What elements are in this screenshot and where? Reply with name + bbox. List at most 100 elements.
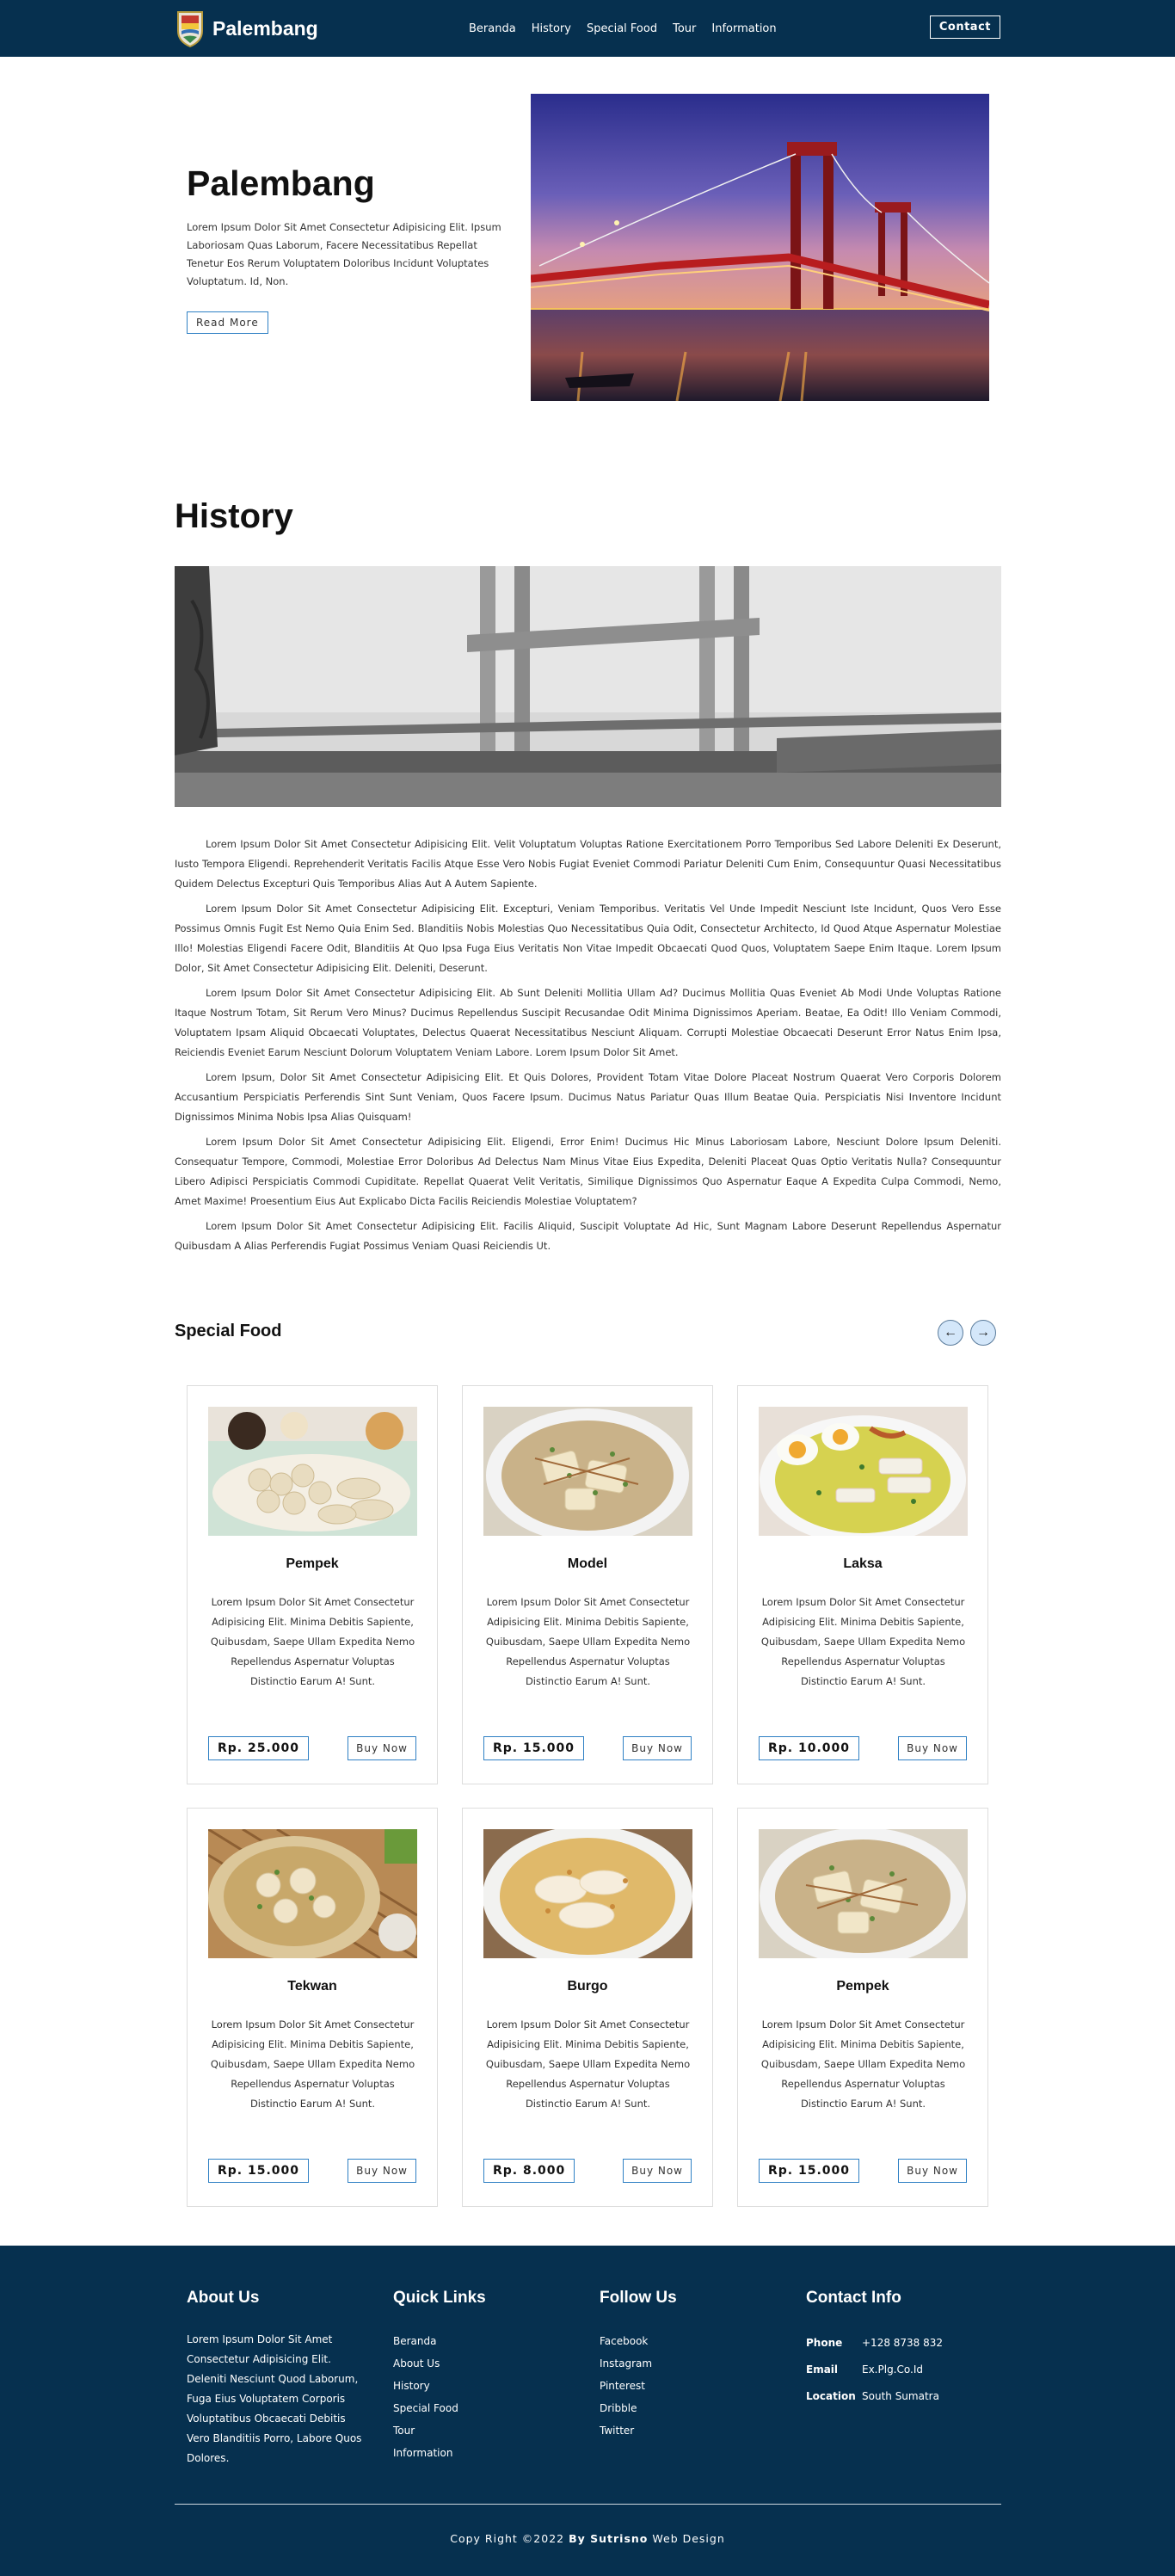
history-paragraph: Lorem Ipsum Dolor Sit Amet Consectetur A… [175, 903, 1001, 974]
nav-link-beranda[interactable]: Beranda [469, 22, 516, 35]
food-name: Pempek [286, 1556, 339, 1571]
laksa-image [759, 1407, 968, 1536]
buy-now-button[interactable]: Buy Now [348, 2159, 416, 2183]
footer: About Us Lorem Ipsum Dolor Sit Amet Cons… [0, 2246, 1175, 2576]
contact-value: +128 8738 832 [862, 2337, 944, 2349]
food-price: Rp. 25.000 [208, 1736, 310, 1760]
footer-link-history[interactable]: History [393, 2375, 486, 2397]
buy-now-button[interactable]: Buy Now [623, 2159, 692, 2183]
contact-label: Location [806, 2390, 856, 2402]
special-food-title: Special Food [175, 1322, 282, 1340]
footer-link-information[interactable]: Information [393, 2442, 486, 2464]
footer-quick-links: Quick Links Beranda About Us History Spe… [393, 2289, 486, 2464]
footer-divider [175, 2504, 1001, 2505]
main-nav: Beranda History Special Food Tour Inform… [469, 0, 777, 57]
footer-contact: Contact Info Phone +128 8738 832 Email E… [806, 2289, 943, 2410]
footer-link-instagram[interactable]: Instagram [600, 2352, 677, 2375]
footer-link-facebook[interactable]: Facebook [600, 2330, 677, 2352]
buy-now-button[interactable]: Buy Now [898, 2159, 967, 2183]
food-price: Rp. 8.000 [483, 2159, 575, 2183]
contact-location: Location South Sumatra [806, 2383, 943, 2410]
arrow-left-icon: ← [944, 1325, 957, 1340]
food-name: Burgo [567, 1979, 608, 1994]
ampera-bridge-night-image [531, 94, 989, 401]
copyright-text: Copy Right ©2022 [450, 2532, 565, 2545]
history-paragraph: Lorem Ipsum Dolor Sit Amet Consectetur A… [175, 838, 1001, 890]
footer-follow-title: Follow Us [600, 2289, 677, 2307]
copyright-author: By Sutrisno [569, 2532, 649, 2545]
food-name: Laksa [843, 1556, 883, 1571]
footer-about-text: Lorem Ipsum Dolor Sit Amet Consectetur A… [187, 2333, 362, 2464]
footer-link-dribble[interactable]: Dribble [600, 2397, 677, 2419]
food-price: Rp. 15.000 [759, 2159, 860, 2183]
footer-about-title: About Us [187, 2289, 260, 2307]
city-emblem-icon [175, 9, 206, 48]
footer-link-beranda[interactable]: Beranda [393, 2330, 486, 2352]
food-description: Lorem Ipsum Dolor Sit Amet Consectetur A… [760, 2018, 966, 2110]
hero-section: Palembang Lorem Ipsum Dolor Sit Amet Con… [0, 57, 1175, 487]
buy-now-button[interactable]: Buy Now [898, 1736, 967, 1760]
food-description: Lorem Ipsum Dolor Sit Amet Consectetur A… [210, 2018, 415, 2110]
footer-link-tour[interactable]: Tour [393, 2419, 486, 2442]
footer-link-about-us[interactable]: About Us [393, 2352, 486, 2375]
arrow-right-icon: → [976, 1325, 990, 1340]
carousel-prev-button[interactable]: ← [938, 1320, 963, 1346]
nav-link-information[interactable]: Information [711, 22, 776, 35]
navbar: Palembang Beranda History Special Food T… [0, 0, 1175, 57]
nav-link-history[interactable]: History [532, 22, 571, 35]
brand-name: Palembang [212, 16, 318, 40]
nav-link-tour[interactable]: Tour [673, 22, 696, 35]
food-description: Lorem Ipsum Dolor Sit Amet Consectetur A… [210, 1596, 415, 1687]
history-paragraph: Lorem Ipsum Dolor Sit Amet Consectetur A… [175, 987, 1001, 1058]
food-description: Lorem Ipsum Dolor Sit Amet Consectetur A… [760, 1596, 966, 1687]
pempek-image [208, 1407, 417, 1536]
copyright-suffix: Web Design [652, 2532, 725, 2545]
footer-contact-title: Contact Info [806, 2289, 901, 2307]
food-card: Tekwan Lorem Ipsum Dolor Sit Amet Consec… [187, 1808, 438, 2207]
hero-title: Palembang [187, 163, 375, 203]
history-paragraph: Lorem Ipsum, Dolor Sit Amet Consectetur … [175, 1071, 1001, 1123]
contact-label: Phone [806, 2337, 843, 2349]
brand[interactable]: Palembang [175, 9, 318, 48]
pempek-soup-image [759, 1829, 968, 1958]
food-card: Laksa Lorem Ipsum Dolor Sit Amet Consect… [737, 1385, 988, 1784]
food-description: Lorem Ipsum Dolor Sit Amet Consectetur A… [485, 1596, 691, 1687]
food-name: Model [567, 1556, 608, 1571]
food-name: Pempek [836, 1979, 889, 1994]
contact-phone: Phone +128 8738 832 [806, 2330, 943, 2357]
history-paragraph: Lorem Ipsum Dolor Sit Amet Consectetur A… [175, 1220, 1001, 1252]
tekwan-image [208, 1829, 417, 1958]
food-description: Lorem Ipsum Dolor Sit Amet Consectetur A… [485, 2018, 691, 2110]
food-price: Rp. 10.000 [759, 1736, 860, 1760]
food-name: Tekwan [287, 1979, 337, 1994]
contact-button[interactable]: Contact [929, 15, 1000, 39]
footer-about: About Us Lorem Ipsum Dolor Sit Amet Cons… [187, 2289, 372, 2468]
ampera-bridge-historic-image [175, 566, 1001, 807]
food-card: Pempek Lorem Ipsum Dolor Sit Amet Consec… [187, 1385, 438, 1784]
contact-value: South Sumatra [862, 2390, 939, 2402]
history-paragraph: Lorem Ipsum Dolor Sit Amet Consectetur A… [175, 1136, 1001, 1207]
buy-now-button[interactable]: Buy Now [348, 1736, 416, 1760]
hero-text: Lorem Ipsum Dolor Sit Amet Consectetur A… [187, 221, 501, 287]
burgo-image [483, 1829, 692, 1958]
food-card: Model Lorem Ipsum Dolor Sit Amet Consect… [462, 1385, 713, 1784]
footer-quick-links-title: Quick Links [393, 2289, 486, 2307]
food-card: Burgo Lorem Ipsum Dolor Sit Amet Consect… [462, 1808, 713, 2207]
food-price: Rp. 15.000 [483, 1736, 585, 1760]
model-image [483, 1407, 692, 1536]
footer-follow: Follow Us Facebook Instagram Pinterest D… [600, 2289, 677, 2442]
copyright: Copy Right ©2022 By Sutrisno Web Design [0, 2532, 1175, 2545]
footer-link-twitter[interactable]: Twitter [600, 2419, 677, 2442]
contact-value: Ex.Plg.Co.Id [862, 2363, 923, 2376]
footer-link-special-food[interactable]: Special Food [393, 2397, 486, 2419]
carousel-next-button[interactable]: → [970, 1320, 996, 1346]
history-title: History [175, 497, 293, 535]
read-more-button[interactable]: Read More [187, 311, 268, 334]
food-card: Pempek Lorem Ipsum Dolor Sit Amet Consec… [737, 1808, 988, 2207]
nav-link-special-food[interactable]: Special Food [587, 22, 657, 35]
buy-now-button[interactable]: Buy Now [623, 1736, 692, 1760]
food-price: Rp. 15.000 [208, 2159, 310, 2183]
footer-link-pinterest[interactable]: Pinterest [600, 2375, 677, 2397]
contact-label: Email [806, 2363, 839, 2376]
history-text: Lorem Ipsum Dolor Sit Amet Consectetur A… [175, 835, 1001, 1261]
